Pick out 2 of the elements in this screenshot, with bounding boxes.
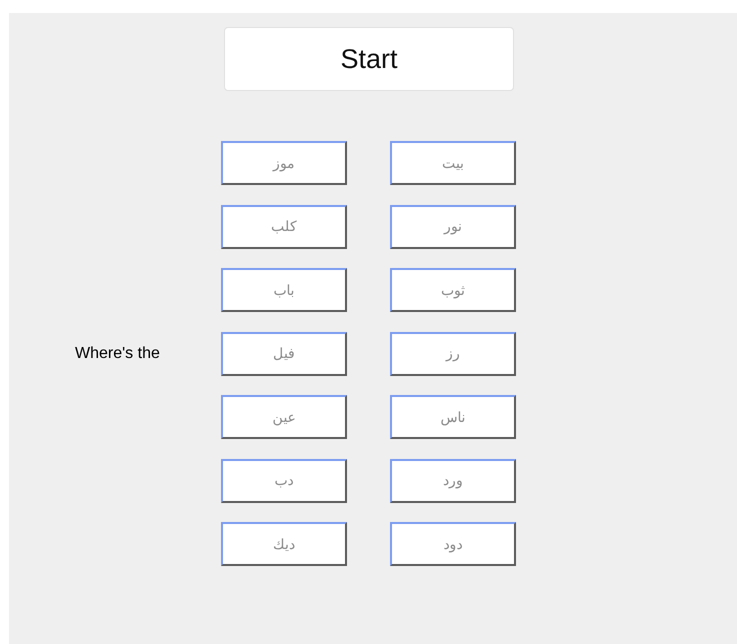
prompt-text: Where's the [75,344,160,364]
start-button[interactable]: Start [224,27,514,91]
